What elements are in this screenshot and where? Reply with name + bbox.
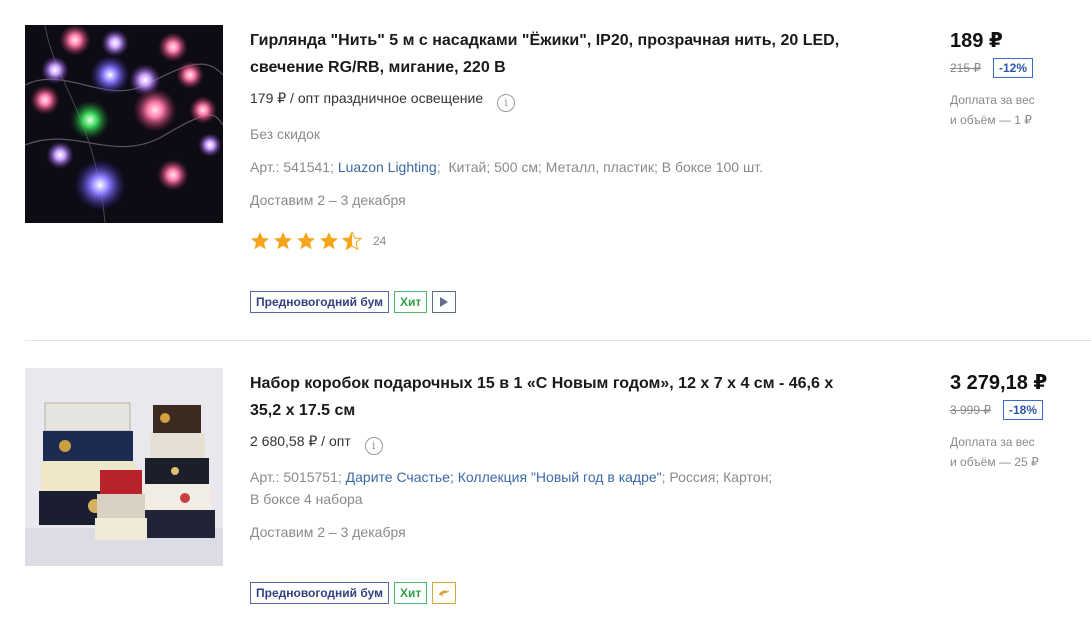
star-icon	[320, 232, 338, 250]
product-card-garland: Гирлянда "Нить" 5 м с насадками "Ёжики",…	[0, 0, 1091, 340]
old-price-row: 3 999 ₽ -18%	[950, 400, 1080, 420]
surcharge-note: Доплата за вес и объём — 25 ₽	[950, 432, 1060, 472]
garland-photo	[25, 25, 223, 223]
play-icon[interactable]	[432, 291, 457, 313]
badges: Предновогодний бум Хит	[250, 291, 461, 313]
info-icon[interactable]: i	[497, 94, 516, 112]
star-icon	[251, 232, 269, 250]
title-line[interactable]: свечение RG/RB, мигание, 220 В	[250, 59, 506, 76]
old-price: 3 999 ₽	[950, 403, 991, 417]
surcharge-note: Доплата за вес и объём — 1 ₽	[950, 90, 1060, 130]
brand-link[interactable]: Дарите Счастье;	[346, 469, 454, 485]
title-line[interactable]: Набор коробок подарочных 15 в 1 «С Новым…	[250, 375, 833, 392]
info-icon[interactable]: i	[364, 437, 383, 455]
discount-badge: -18%	[1003, 400, 1044, 420]
rating-count[interactable]: 24	[373, 234, 386, 248]
product-card-gift-boxes: Набор коробок подарочных 15 в 1 «С Новым…	[0, 341, 1091, 627]
product-specs: Арт.: 5015751; Дарите Счастье; Коллекция…	[250, 466, 860, 510]
star-icon	[274, 232, 292, 250]
collection-link[interactable]: Коллекция "Новый год в кадре"	[458, 469, 662, 485]
price-column: 189 ₽ 215 ₽ -12% Доплата за вес и объём …	[950, 28, 1080, 130]
product-title[interactable]: Гирлянда "Нить" 5 м с насадками "Ёжики",…	[250, 27, 860, 81]
gift-boxes-photo	[25, 368, 223, 566]
delivery-date: Доставим 2 – 3 декабря	[250, 192, 406, 208]
current-price: 189 ₽	[950, 30, 1003, 52]
old-price: 215 ₽	[950, 61, 981, 75]
badge-pre-new-year[interactable]: Предновогодний бум	[250, 291, 389, 313]
product-specs: Арт.: 541541; Luazon Lighting; Китай; 50…	[250, 159, 763, 175]
old-price-row: 215 ₽ -12%	[950, 58, 1080, 78]
badges: Предновогодний бум Хит	[250, 582, 461, 604]
title-line[interactable]: Гирлянда "Нить" 5 м с насадками "Ёжики",…	[250, 32, 839, 49]
discount-badge: -12%	[993, 58, 1034, 78]
brand-link[interactable]: Luazon Lighting	[338, 159, 437, 175]
delivery-date: Доставим 2 – 3 декабря	[250, 524, 406, 540]
product-image-gift-boxes[interactable]	[25, 368, 223, 566]
star-icon	[297, 232, 315, 250]
rating[interactable]: 24	[250, 231, 860, 251]
product-title[interactable]: Набор коробок подарочных 15 в 1 «С Новым…	[250, 370, 860, 424]
specs-text: В боксе 4 набора	[250, 491, 363, 507]
badge-hit[interactable]: Хит	[393, 291, 428, 313]
specs-text: Китай; 500 см; Металл, пластик; В боксе …	[448, 159, 763, 175]
wholesale-price: 179 ₽ / опт праздничное освещение i	[250, 87, 860, 112]
surcharge-line: Доплата за вес	[950, 435, 1035, 449]
specs-text: ; Россия; Картон;	[661, 469, 773, 485]
dolphin-icon[interactable]	[432, 582, 457, 604]
surcharge-line: и объём — 1 ₽	[950, 113, 1032, 127]
badge-hit[interactable]: Хит	[393, 582, 428, 604]
price-column: 3 279,18 ₽ 3 999 ₽ -18% Доплата за вес и…	[950, 370, 1080, 472]
product-info: Гирлянда "Нить" 5 м с насадками "Ёжики",…	[250, 27, 860, 251]
half-star-icon	[342, 231, 362, 251]
wholesale-price-text: 179 ₽ / опт праздничное освещение	[250, 90, 484, 106]
wholesale-price: 2 680,58 ₽ / опт i	[250, 430, 860, 455]
surcharge-line: и объём — 25 ₽	[950, 455, 1039, 469]
discount-note: Без скидок	[250, 126, 320, 142]
current-price: 3 279,18 ₽	[950, 372, 1048, 394]
surcharge-line: Доплата за вес	[950, 93, 1035, 107]
article-number: Арт.: 541541;	[250, 159, 334, 175]
badge-pre-new-year[interactable]: Предновогодний бум	[250, 582, 389, 604]
product-image-garland[interactable]	[25, 25, 223, 223]
title-line[interactable]: 35,2 х 17.5 см	[250, 402, 355, 419]
article-number: Арт.: 5015751;	[250, 469, 342, 485]
wholesale-price-text: 2 680,58 ₽ / опт	[250, 433, 351, 449]
product-info: Набор коробок подарочных 15 в 1 «С Новым…	[250, 370, 860, 554]
